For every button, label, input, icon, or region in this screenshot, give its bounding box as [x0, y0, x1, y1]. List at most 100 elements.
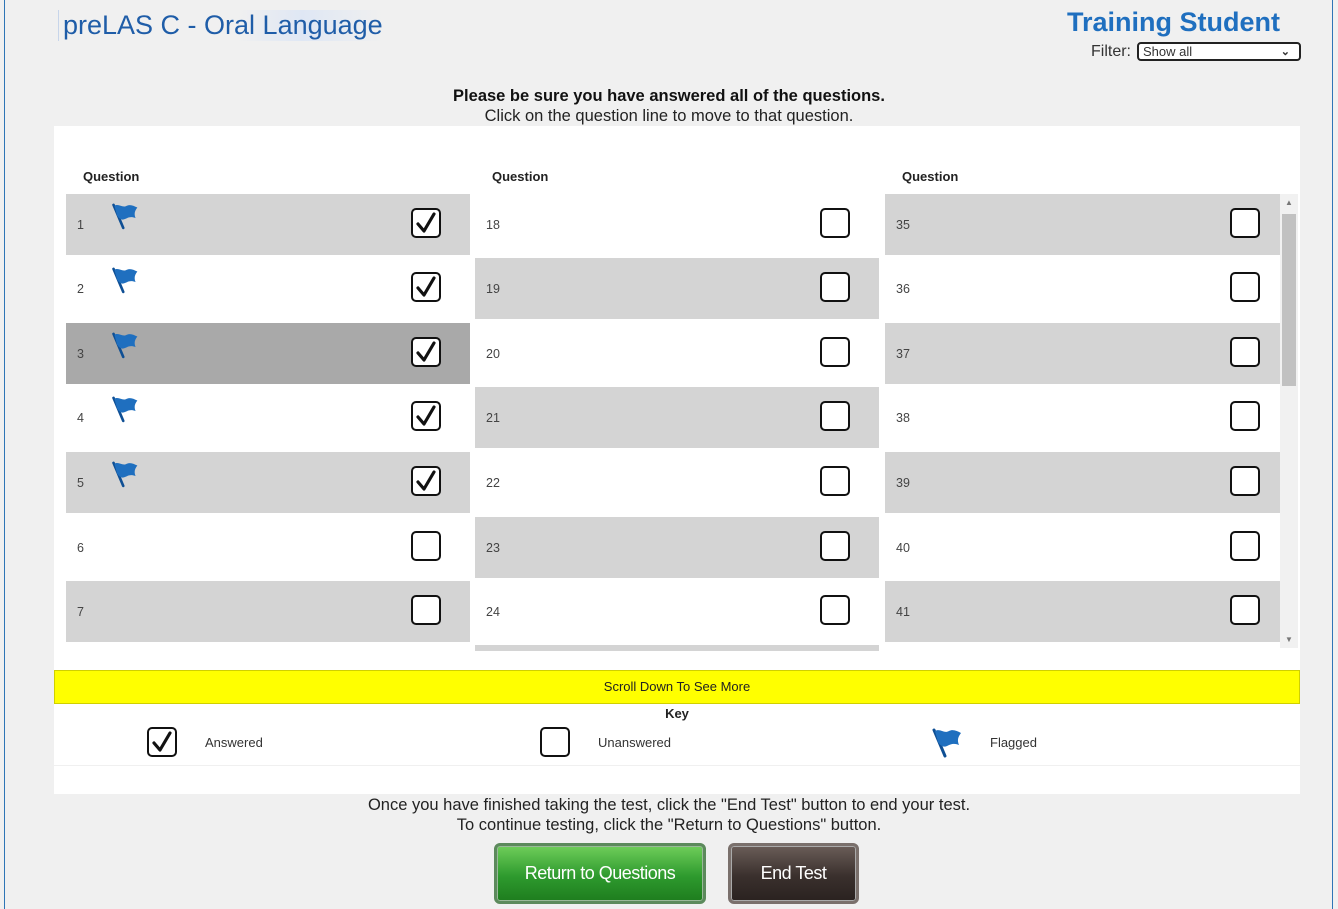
key-title: Key: [665, 706, 689, 721]
checkbox-empty-icon: [1230, 272, 1260, 302]
key-flagged-label: Flagged: [990, 734, 1037, 750]
question-row-41[interactable]: 41: [885, 581, 1289, 642]
question-number: 37: [896, 347, 910, 361]
question-row-4[interactable]: 4: [66, 387, 470, 448]
question-row-39[interactable]: 39: [885, 452, 1289, 513]
checkbox-empty-icon: [820, 337, 850, 367]
question-number: 1: [77, 218, 84, 232]
checkbox-empty-icon: [820, 466, 850, 496]
question-row-1[interactable]: 1: [66, 194, 470, 255]
flag-icon: [110, 263, 140, 296]
question-row-37[interactable]: 37: [885, 323, 1289, 384]
flag-icon: [110, 392, 140, 425]
scrollbar[interactable]: ▲ ▼: [1280, 194, 1298, 648]
key-unanswered-label: Unanswered: [598, 734, 671, 750]
question-review-panel: Question 1 2 3 4 5 6 7 Question 18 19 20 21 22 23 24 Que…: [54, 126, 1300, 794]
column-header: Question: [902, 169, 959, 184]
question-row-21[interactable]: 21: [475, 387, 879, 448]
column-header: Question: [492, 169, 549, 184]
question-number: 21: [486, 411, 500, 425]
question-number: 41: [896, 605, 910, 619]
checkbox-checked-icon: [411, 208, 441, 238]
question-number: 35: [896, 218, 910, 232]
question-number: 6: [77, 541, 84, 555]
question-row-40[interactable]: 40: [885, 517, 1289, 578]
question-row-20[interactable]: 20: [475, 323, 879, 384]
question-row-2[interactable]: 2: [66, 258, 470, 319]
question-row-24[interactable]: 24: [475, 581, 879, 642]
key-flagged: Flagged: [930, 726, 1037, 758]
scrollbar-thumb[interactable]: [1282, 214, 1296, 386]
flag-icon: [110, 199, 140, 232]
checkbox-empty-icon: [1230, 595, 1260, 625]
question-number: 20: [486, 347, 500, 361]
checkbox-checked-icon: [411, 337, 441, 367]
question-row-38[interactable]: 38: [885, 387, 1289, 448]
question-number: 22: [486, 476, 500, 490]
question-row-3[interactable]: 3: [66, 323, 470, 384]
checkbox-empty-icon: [1230, 531, 1260, 561]
end-test-button[interactable]: End Test: [728, 843, 859, 904]
key-answered: Answered: [147, 726, 263, 758]
question-number: 23: [486, 541, 500, 555]
partial-row: [475, 645, 879, 651]
key-unanswered: Unanswered: [540, 726, 671, 758]
checkbox-empty-icon: [411, 531, 441, 561]
scroll-down-icon[interactable]: ▼: [1280, 631, 1298, 648]
question-number: 19: [486, 282, 500, 296]
checkbox-checked-icon: [411, 466, 441, 496]
student-name: Training Student: [1067, 7, 1280, 37]
checkbox-empty-icon: [820, 595, 850, 625]
question-number: 4: [77, 411, 84, 425]
instruction-subtext: Click on the question line to move to th…: [484, 107, 854, 125]
checkbox-empty-icon: [1230, 337, 1260, 367]
return-to-questions-button[interactable]: Return to Questions: [494, 843, 706, 904]
checkbox-empty-icon: [820, 401, 850, 431]
question-row-6[interactable]: 6: [66, 517, 470, 578]
checkbox-empty-icon: [411, 595, 441, 625]
filter-value: Show all: [1143, 44, 1193, 59]
question-row-23[interactable]: 23: [475, 517, 879, 578]
question-number: 39: [896, 476, 910, 490]
checkbox-checked-icon: [411, 272, 441, 302]
question-row-36[interactable]: 36: [885, 258, 1289, 319]
filter-label: Filter:: [1091, 42, 1131, 60]
question-number: 5: [77, 476, 84, 490]
question-number: 18: [486, 218, 500, 232]
question-row-22[interactable]: 22: [475, 452, 879, 513]
question-number: 24: [486, 605, 500, 619]
question-row-19[interactable]: 19: [475, 258, 879, 319]
question-row-18[interactable]: 18: [475, 194, 879, 255]
checkbox-empty-icon: [820, 208, 850, 238]
scroll-notice: Scroll Down To See More: [54, 670, 1300, 704]
checkbox-empty-icon: [1230, 401, 1260, 431]
question-number: 7: [77, 605, 84, 619]
key-divider: [54, 765, 1300, 766]
question-row-5[interactable]: 5: [66, 452, 470, 513]
checkbox-empty-icon: [540, 727, 570, 757]
flag-icon: [110, 328, 140, 361]
checkbox-empty-icon: [820, 272, 850, 302]
checkbox-empty-icon: [820, 531, 850, 561]
flag-icon: [110, 457, 140, 490]
key-answered-label: Answered: [205, 734, 263, 750]
checkbox-empty-icon: [1230, 208, 1260, 238]
filter-select[interactable]: Show all ⌄: [1137, 42, 1301, 61]
scroll-up-icon[interactable]: ▲: [1280, 194, 1298, 211]
question-row-35[interactable]: 35: [885, 194, 1289, 255]
column-header: Question: [83, 169, 140, 184]
instruction-heading: Please be sure you have answered all of …: [453, 87, 885, 105]
question-number: 38: [896, 411, 910, 425]
question-row-7[interactable]: 7: [66, 581, 470, 642]
chevron-down-icon: ⌄: [1280, 46, 1290, 58]
filter-group: Filter: Show all ⌄: [1091, 42, 1301, 61]
question-number: 3: [77, 347, 84, 361]
finish-instruction: Once you have finished taking the test, …: [367, 796, 971, 814]
checkbox-checked-icon: [147, 727, 177, 757]
flag-icon: [932, 728, 961, 758]
checkbox-checked-icon: [411, 401, 441, 431]
checkbox-empty-icon: [1230, 466, 1260, 496]
continue-instruction: To continue testing, click the "Return t…: [456, 816, 882, 834]
question-number: 36: [896, 282, 910, 296]
question-number: 2: [77, 282, 84, 296]
